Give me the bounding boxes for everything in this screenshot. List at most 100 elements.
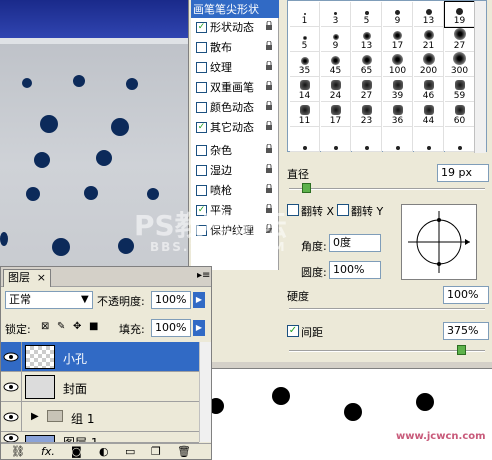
- diameter-input[interactable]: 19 px: [437, 164, 489, 182]
- brush-preset-cell[interactable]: 27: [445, 27, 475, 52]
- spacing-slider-thumb[interactable]: [457, 345, 466, 355]
- hardness-slider-track[interactable]: [289, 308, 485, 310]
- checkbox-icon[interactable]: ✓: [196, 21, 207, 33]
- new-layer-icon[interactable]: ❐: [151, 445, 161, 458]
- flip-x-checkbox[interactable]: [287, 204, 299, 216]
- layer-row[interactable]: ▶ 组 1: [1, 402, 199, 432]
- brush-preset-cell[interactable]: [321, 127, 351, 152]
- brush-preset-cell[interactable]: 14: [290, 77, 320, 102]
- new-group-icon[interactable]: ▭: [125, 445, 135, 458]
- brush-preset-cell[interactable]: 24: [321, 77, 351, 102]
- lock-position-icon[interactable]: ✥: [73, 321, 81, 332]
- add-mask-icon[interactable]: ◙: [71, 445, 82, 458]
- checkbox-icon[interactable]: [196, 41, 207, 53]
- eye-icon[interactable]: [3, 432, 19, 443]
- expand-triangle-icon[interactable]: ▶: [31, 411, 39, 422]
- lock-all-icon[interactable]: ■: [89, 321, 98, 332]
- checkbox-icon[interactable]: [196, 144, 207, 156]
- color-dynamics-item[interactable]: 颜色动态: [191, 98, 279, 116]
- brush-preset-cell[interactable]: 19: [444, 1, 476, 28]
- brush-preset-cell[interactable]: 300: [445, 52, 475, 77]
- chevron-down-icon[interactable]: ▼: [81, 294, 89, 305]
- lock-pixels-icon[interactable]: ✎: [57, 321, 65, 332]
- layer-row[interactable]: 小孔: [1, 342, 199, 372]
- brush-preset-cell[interactable]: 13: [352, 27, 382, 52]
- roundness-input[interactable]: 100%: [329, 261, 381, 279]
- layer-name[interactable]: 组 1: [71, 410, 94, 427]
- brush-preset-cell[interactable]: 27: [352, 77, 382, 102]
- lock-icon[interactable]: [265, 41, 273, 51]
- lock-icon[interactable]: [265, 61, 273, 71]
- brush-preset-cell[interactable]: 39: [383, 77, 413, 102]
- checkbox-icon[interactable]: [196, 184, 207, 196]
- diameter-slider-track[interactable]: [289, 188, 485, 190]
- flip-y-checkbox[interactable]: [337, 204, 349, 216]
- brush-preset-cell[interactable]: [383, 127, 413, 152]
- brush-preset-cell[interactable]: 21: [414, 27, 444, 52]
- wet-edges-item[interactable]: 湿边: [191, 161, 279, 179]
- brush-tip-shape-item[interactable]: 画笔笔尖形状: [191, 0, 279, 18]
- layer-row[interactable]: 图层 1: [1, 432, 199, 443]
- close-icon[interactable]: ×: [37, 270, 46, 286]
- brush-preset-cell[interactable]: 45: [321, 52, 351, 77]
- angle-roundness-widget[interactable]: [401, 204, 477, 280]
- checkbox-icon[interactable]: [196, 81, 207, 93]
- checkbox-icon[interactable]: ✓: [196, 121, 207, 133]
- brush-preset-cell[interactable]: 5: [290, 27, 320, 52]
- brush-preset-cell[interactable]: 46: [414, 77, 444, 102]
- brush-preset-cell[interactable]: [352, 127, 382, 152]
- brush-preset-cell[interactable]: 100: [383, 52, 413, 77]
- brush-preset-cell[interactable]: 60: [445, 102, 475, 127]
- lock-icon[interactable]: [265, 101, 273, 111]
- layer-row[interactable]: 封面: [1, 372, 199, 402]
- brush-preset-cell[interactable]: 9: [383, 2, 413, 27]
- lock-icon[interactable]: [265, 81, 273, 91]
- adjustment-layer-icon[interactable]: ◐: [99, 445, 109, 458]
- brush-preset-cell[interactable]: 9: [321, 27, 351, 52]
- layer-name[interactable]: 小孔: [63, 350, 87, 367]
- blend-mode-select[interactable]: 正常: [5, 291, 93, 309]
- brush-preset-cell[interactable]: [445, 127, 475, 152]
- spacing-slider-track[interactable]: [289, 350, 485, 352]
- brush-preset-cell[interactable]: 65: [352, 52, 382, 77]
- fill-arrow-icon[interactable]: ▶: [193, 320, 205, 336]
- brush-preset-cell[interactable]: 3: [321, 2, 351, 27]
- brush-preset-cell[interactable]: 36: [383, 102, 413, 127]
- brush-preset-cell[interactable]: 5: [352, 2, 382, 27]
- dual-brush-item[interactable]: 双重画笔: [191, 78, 279, 96]
- layer-style-icon[interactable]: fx.: [41, 445, 55, 458]
- angle-input[interactable]: 0度: [329, 234, 381, 252]
- checkbox-icon[interactable]: [196, 61, 207, 73]
- fill-input[interactable]: 100%: [151, 319, 191, 337]
- brush-preset-cell[interactable]: [414, 127, 444, 152]
- brush-preset-cell[interactable]: 1: [290, 2, 320, 27]
- opacity-arrow-icon[interactable]: ▶: [193, 292, 205, 308]
- brush-preset-cell[interactable]: [290, 127, 320, 152]
- link-layers-icon[interactable]: ⛓: [11, 445, 25, 458]
- noise-item[interactable]: 杂色: [191, 141, 279, 159]
- spacing-input[interactable]: 375%: [443, 322, 489, 340]
- lock-icon[interactable]: [265, 21, 273, 31]
- other-dynamics-item[interactable]: ✓ 其它动态: [191, 118, 279, 136]
- diameter-slider-thumb[interactable]: [302, 183, 311, 193]
- brush-preset-cell[interactable]: 23: [352, 102, 382, 127]
- eye-icon[interactable]: [3, 381, 19, 393]
- layer-name[interactable]: 封面: [63, 380, 87, 397]
- brush-preset-cell[interactable]: 17: [321, 102, 351, 127]
- document-canvas[interactable]: [0, 0, 200, 300]
- lock-icon[interactable]: [265, 121, 273, 131]
- shape-dynamics-item[interactable]: ✓ 形状动态: [191, 18, 279, 36]
- brush-preset-cell[interactable]: 17: [383, 27, 413, 52]
- lock-transparency-icon[interactable]: ⊠: [41, 321, 49, 332]
- texture-item[interactable]: 纹理: [191, 58, 279, 76]
- hardness-input[interactable]: 100%: [443, 286, 489, 304]
- spacing-checkbox[interactable]: ✓: [287, 325, 299, 337]
- scattering-item[interactable]: 散布: [191, 38, 279, 56]
- layer-name[interactable]: 图层 1: [63, 434, 98, 442]
- lock-icon[interactable]: [265, 184, 273, 194]
- brush-preset-cell[interactable]: 44: [414, 102, 444, 127]
- preset-grid-scrollbar[interactable]: [474, 1, 486, 153]
- brush-preset-cell[interactable]: 11: [290, 102, 320, 127]
- eye-icon[interactable]: [3, 351, 19, 363]
- airbrush-item[interactable]: 喷枪: [191, 181, 279, 199]
